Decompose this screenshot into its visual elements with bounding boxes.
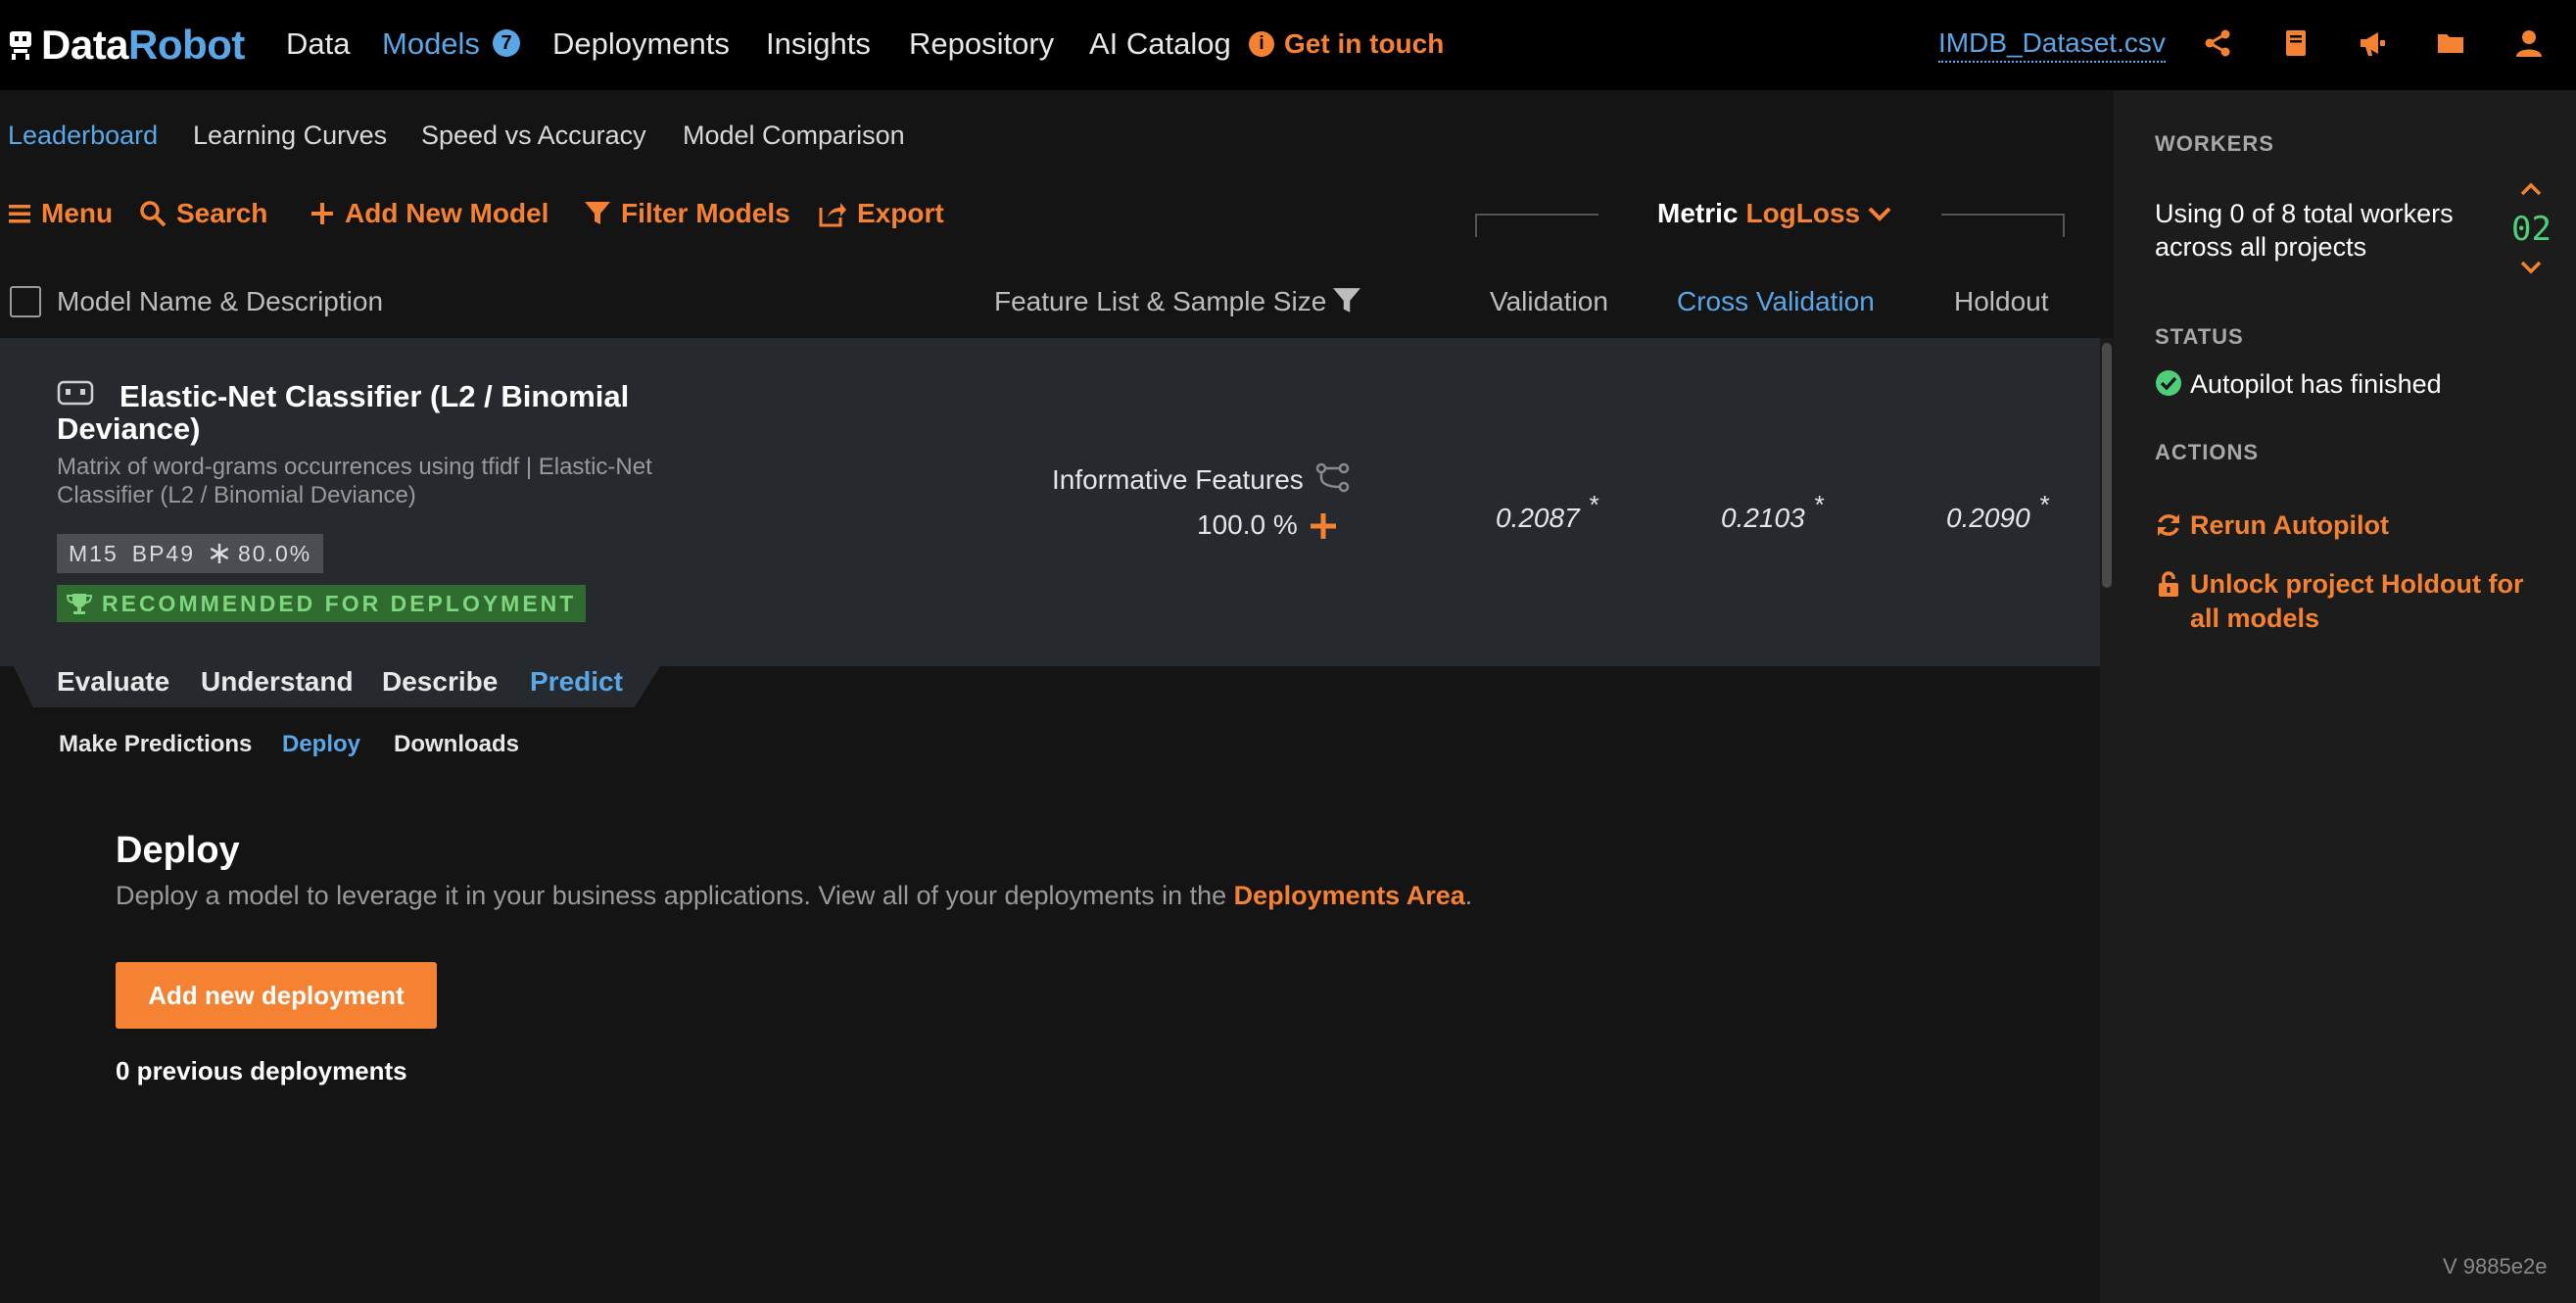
right-sidebar <box>2114 90 2576 1303</box>
share-icon[interactable] <box>2202 27 2233 59</box>
metric-selector[interactable]: Metric LogLoss <box>1657 196 1891 231</box>
workers-increase-icon[interactable] <box>2520 182 2542 196</box>
snowflake-icon <box>210 544 229 563</box>
tab-evaluate[interactable]: Evaluate <box>57 664 169 700</box>
add-new-model-button[interactable]: Add New Model <box>310 196 549 231</box>
filter-models-label: Filter Models <box>621 198 790 228</box>
filter-models-button[interactable]: Filter Models <box>584 196 790 231</box>
rerun-autopilot-link[interactable]: Rerun Autopilot <box>2190 508 2389 543</box>
header-model-name[interactable]: Model Name & Description <box>57 284 383 319</box>
subnav-speed-vs-accuracy[interactable]: Speed vs Accuracy <box>421 118 646 153</box>
workers-decrease-icon[interactable] <box>2520 261 2542 274</box>
model-tags: M15 BP49 80.0% <box>57 534 324 573</box>
megaphone-icon[interactable] <box>2357 27 2388 59</box>
trophy-icon <box>67 594 92 614</box>
subnav-learning-curves[interactable]: Learning Curves <box>193 118 387 153</box>
add-sample-size-icon[interactable] <box>1309 511 1338 541</box>
deploy-heading: Deploy <box>116 830 240 871</box>
recommended-badge: RECOMMENDED FOR DEPLOYMENT <box>57 585 587 622</box>
export-label: Export <box>857 198 944 228</box>
actions-heading: ACTIONS <box>2155 440 2259 464</box>
version-label: V 9885e2e <box>2443 1254 2548 1279</box>
nav-data[interactable]: Data <box>286 25 350 63</box>
filter-icon <box>585 202 610 224</box>
chevron-down-icon <box>1868 207 1891 221</box>
workers-count: 02 <box>2511 210 2552 249</box>
info-icon: i <box>1249 31 1274 57</box>
search-label: Search <box>176 198 268 228</box>
header-feature-list[interactable]: Feature List & Sample Size <box>994 284 1326 319</box>
tab-describe[interactable]: Describe <box>382 664 498 700</box>
header-cross-validation[interactable]: Cross Validation <box>1677 284 1875 319</box>
validation-score: 0.2087 * <box>1496 490 1599 533</box>
user-icon[interactable] <box>2513 27 2545 59</box>
add-model-label: Add New Model <box>345 198 549 228</box>
nav-insights[interactable]: Insights <box>766 25 871 63</box>
status-text: Autopilot has finished <box>2190 369 2442 399</box>
model-description: Matrix of word-grams occurrences using t… <box>57 454 652 508</box>
datarobot-logo[interactable]: DataRobot <box>6 18 245 72</box>
unlock-icon <box>2159 571 2178 597</box>
header-holdout[interactable]: Holdout <box>1954 284 2049 319</box>
menu-button[interactable]: Menu <box>8 196 113 231</box>
subtab-make-predictions[interactable]: Make Predictions <box>59 729 252 760</box>
metric-value: LogLoss <box>1745 198 1861 228</box>
check-circle-icon <box>2156 370 2181 396</box>
metric-label: Metric <box>1657 198 1739 228</box>
subtab-downloads[interactable]: Downloads <box>394 729 519 760</box>
unlock-holdout-link[interactable]: Unlock project Holdout for all models <box>2190 567 2524 636</box>
dataset-name-link[interactable]: IMDB_Dataset.csv <box>1938 25 2166 63</box>
feature-list-name[interactable]: Informative Features <box>1052 462 1304 498</box>
models-count-badge: 7 <box>493 29 520 57</box>
status-heading: STATUS <box>2155 324 2244 349</box>
workers-text-line1: Using 0 of 8 total workers <box>2155 199 2454 228</box>
nav-repository[interactable]: Repository <box>909 25 1054 63</box>
export-button[interactable]: Export <box>818 196 944 231</box>
subnav-leaderboard[interactable]: Leaderboard <box>8 118 158 153</box>
deploy-description: Deploy a model to leverage it in your bu… <box>116 881 1473 910</box>
workers-heading: WORKERS <box>2155 131 2274 156</box>
tab-predict[interactable]: Predict <box>530 664 623 700</box>
holdout-score: 0.2090 * <box>1946 490 2050 533</box>
workers-text-line2: across all projects <box>2155 232 2367 262</box>
menu-label: Menu <box>41 198 114 228</box>
sample-size-value: 100.0 % <box>1197 509 1298 540</box>
metric-bracket-right <box>1941 214 2065 237</box>
refresh-icon <box>2158 514 2179 536</box>
select-all-checkbox[interactable] <box>10 286 41 317</box>
previous-deployments-count: 0 previous deployments <box>116 1056 407 1086</box>
tab-understand[interactable]: Understand <box>201 664 354 700</box>
hamburger-icon <box>9 205 30 223</box>
metric-bracket-left <box>1475 214 1598 237</box>
add-new-deployment-button[interactable]: Add new deployment <box>116 962 437 1029</box>
get-in-touch-label: Get in touch <box>1284 28 1445 59</box>
brand-name: DataRobot <box>41 22 245 68</box>
export-icon <box>819 203 846 227</box>
cross-validation-score: 0.2103 * <box>1721 490 1825 533</box>
get-in-touch-link[interactable]: i Get in touch <box>1249 25 1444 63</box>
nav-models[interactable]: Models <box>382 25 480 63</box>
nav-ai-catalog[interactable]: AI Catalog <box>1089 25 1231 63</box>
feature-tree-icon[interactable] <box>1315 462 1351 494</box>
search-icon <box>140 201 167 227</box>
sample-size-tag: 80.0% <box>238 541 312 566</box>
subtab-deploy[interactable]: Deploy <box>282 729 360 760</box>
feature-filter-icon[interactable] <box>1332 286 1361 315</box>
deployments-area-link[interactable]: Deployments Area <box>1234 881 1465 910</box>
folder-icon[interactable] <box>2435 27 2466 59</box>
scrollbar-thumb[interactable] <box>2102 343 2112 588</box>
recommended-label: RECOMMENDED FOR DEPLOYMENT <box>102 591 577 616</box>
model-title[interactable]: Elastic-Net Classifier (L2 / Binomial De… <box>57 380 684 445</box>
header-validation[interactable]: Validation <box>1490 284 1608 319</box>
subnav-model-comparison[interactable]: Model Comparison <box>683 118 905 153</box>
blueprint-tag: BP49 <box>131 541 196 566</box>
robot-logo-icon <box>10 31 31 60</box>
book-icon[interactable] <box>2280 27 2312 59</box>
model-id-tag: M15 <box>69 541 119 566</box>
nav-deployments[interactable]: Deployments <box>552 25 730 63</box>
search-button[interactable]: Search <box>139 196 267 231</box>
plus-icon <box>311 203 333 224</box>
